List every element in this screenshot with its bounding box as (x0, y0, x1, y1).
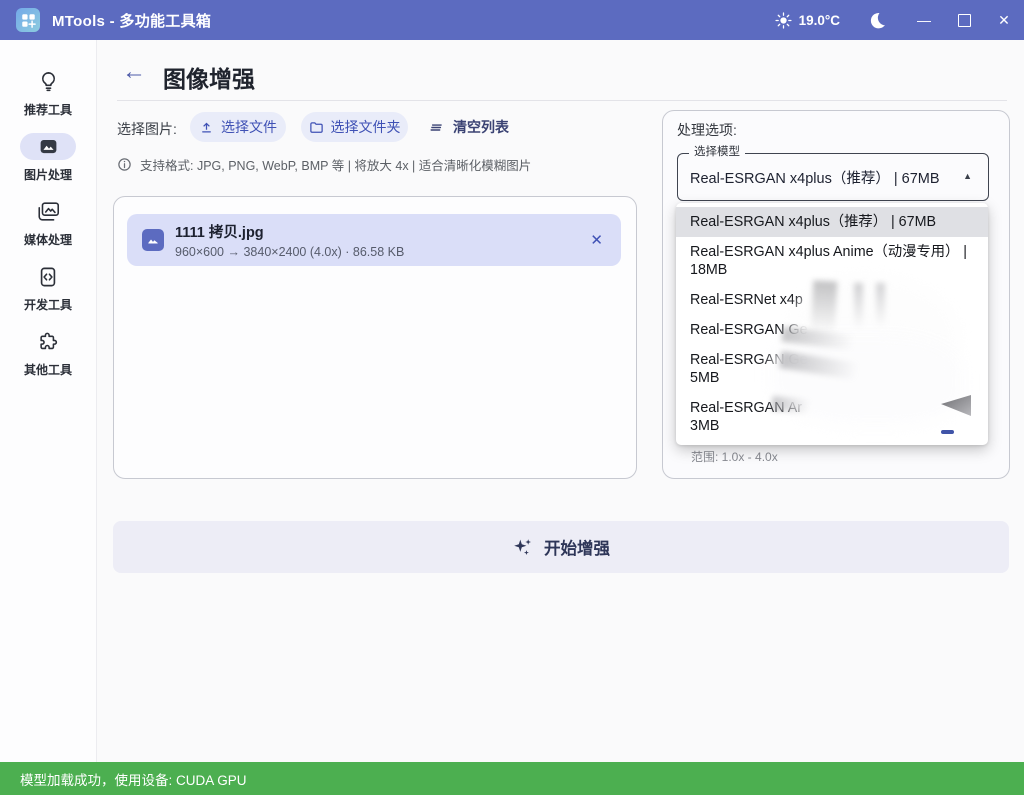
title-bar: MTools - 多功能工具箱 19.0°C — (0, 0, 1024, 40)
minimize-icon: — (917, 12, 931, 28)
sidebar-item-other-tools[interactable]: 其他工具 (0, 328, 96, 378)
dropdown-option[interactable]: Real-ESRGAN x4plus（推荐） | 67MB (676, 207, 988, 237)
moon-icon (868, 11, 887, 30)
clear-list-label: 清空列表 (453, 117, 509, 137)
back-button[interactable]: ← (122, 60, 146, 84)
sidebar-item-label: 媒体处理 (24, 231, 72, 248)
back-arrow-icon: ← (122, 58, 146, 85)
dropdown-option[interactable]: Real-ESRGAN Ar 3MB (676, 393, 988, 441)
clear-list-button[interactable]: 清空列表 (428, 112, 509, 142)
close-button[interactable]: ✕ (984, 0, 1024, 40)
model-select[interactable]: Real-ESRGAN x4plus（推荐） | 67MB ▲ (677, 153, 989, 201)
dev-code-icon (37, 266, 59, 288)
sidebar-item-label: 其他工具 (24, 361, 72, 378)
status-message: 模型加载成功，使用设备: CUDA GPU (20, 769, 247, 789)
file-list-item[interactable]: 1111 拷贝.jpg 960×600 → 3840×2400 (4.0x) ·… (127, 214, 621, 266)
select-folder-button[interactable]: 选择文件夹 (301, 112, 408, 142)
maximize-icon (958, 14, 971, 27)
sidebar: 推荐工具 图片处理 媒体处理 (0, 40, 97, 762)
file-image-icon (142, 229, 164, 251)
start-enhance-button[interactable]: 开始增强 (113, 521, 1009, 573)
clear-list-icon (428, 119, 445, 136)
caret-up-icon: ▲ (963, 171, 972, 181)
status-bar: 模型加载成功，使用设备: CUDA GPU (0, 762, 1024, 795)
temperature-label: 19.0°C (799, 13, 840, 28)
maximize-button[interactable] (944, 0, 984, 40)
sidebar-item-label: 开发工具 (24, 296, 72, 313)
scale-range-hint: 范围: 1.0x - 4.0x (691, 448, 778, 465)
weather-widget: 19.0°C (775, 12, 840, 29)
options-title: 处理选项: (677, 120, 737, 140)
info-icon (117, 157, 132, 172)
sidebar-item-image-processing[interactable]: 图片处理 (0, 133, 96, 183)
model-select-value: Real-ESRGAN x4plus（推荐） | 67MB (690, 167, 940, 188)
upload-icon (199, 120, 214, 135)
select-image-label: 选择图片: (117, 119, 177, 139)
file-name: 1111 拷贝.jpg (175, 221, 404, 242)
dropdown-option[interactable]: Real-ESRGAN Ge (676, 315, 988, 345)
sidebar-item-dev-tools[interactable]: 开发工具 (0, 263, 96, 313)
remove-icon: ✕ (590, 232, 603, 249)
minimize-button[interactable]: — (904, 0, 944, 40)
sidebar-item-media-processing[interactable]: 媒体处理 (0, 198, 96, 248)
sidebar-item-label: 推荐工具 (24, 101, 72, 118)
dropdown-option[interactable]: Real-ESRNet x4p (676, 285, 988, 315)
sparkles-icon (512, 537, 533, 558)
model-dropdown-menu: Real-ESRGAN x4plus（推荐） | 67MB Real-ESRGA… (676, 203, 988, 445)
close-icon: ✕ (998, 12, 1010, 29)
sidebar-item-recommended[interactable]: 推荐工具 (0, 68, 96, 118)
file-list-panel: 1111 拷贝.jpg 960×600 → 3840×2400 (4.0x) ·… (113, 196, 637, 479)
start-enhance-label: 开始增强 (544, 535, 610, 559)
lightbulb-icon (37, 70, 60, 93)
theme-toggle-button[interactable] (860, 3, 894, 37)
dropdown-option[interactable]: Real-ESRGAN Ge 5MB (676, 345, 988, 393)
model-select-label: 选择模型 (689, 146, 745, 159)
app-title: MTools - 多功能工具箱 (52, 10, 211, 31)
sun-icon (775, 12, 792, 29)
dropdown-option[interactable]: Real-ESRGAN x4plus Anime（动漫专用） | 18MB (676, 237, 988, 285)
header-divider (117, 100, 1007, 101)
select-file-label: 选择文件 (221, 117, 277, 137)
file-details: 960×600 → 3840×2400 (4.0x) · 86.58 KB (175, 245, 404, 259)
page-title: 图像增强 (163, 60, 255, 94)
format-info: 支持格式: JPG, PNG, WebP, BMP 等 | 将放大 4x | 适… (117, 155, 531, 174)
app-logo-icon (16, 8, 40, 32)
sidebar-item-label: 图片处理 (24, 166, 72, 183)
folder-icon (309, 120, 324, 135)
media-gallery-icon (36, 200, 61, 223)
image-icon (38, 136, 59, 157)
puzzle-icon (37, 331, 59, 353)
remove-file-button[interactable]: ✕ (590, 231, 603, 249)
format-info-text: 支持格式: JPG, PNG, WebP, BMP 等 | 将放大 4x | 适… (140, 155, 531, 174)
select-folder-label: 选择文件夹 (331, 117, 401, 137)
select-file-button[interactable]: 选择文件 (190, 112, 286, 142)
